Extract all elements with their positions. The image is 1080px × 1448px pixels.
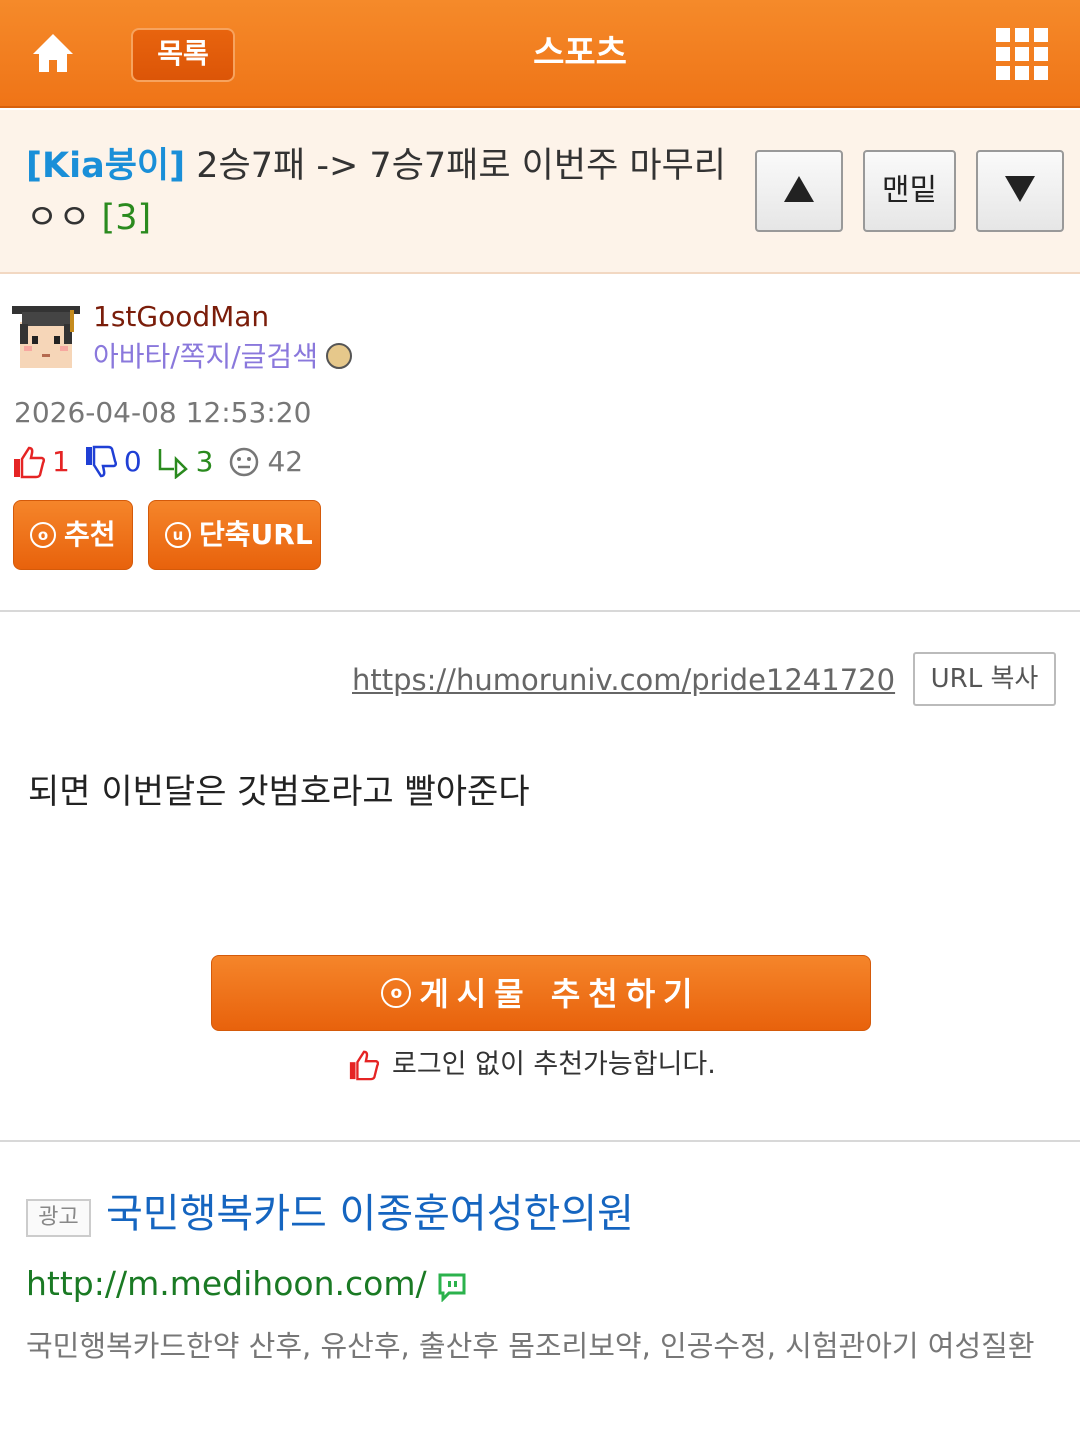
author-name[interactable]: 1stGoodMan	[93, 297, 269, 337]
ad-url[interactable]: http://m.medihoon.com/	[26, 1262, 467, 1306]
short-url-label: 단축URL	[199, 518, 313, 551]
prev-post-button[interactable]	[755, 150, 843, 232]
post-title-bar: [Kia붕이] 2승7패 -> 7승7패로 이번주 마무리 ㅇㅇ [3] 맨밑	[0, 110, 1080, 274]
recommend-circle-icon: o	[381, 978, 412, 1008]
menu-grid-icon[interactable]	[996, 28, 1048, 80]
recommend-post-label: 게시물 추천하기	[419, 975, 701, 1013]
reply-count: 3	[195, 445, 214, 478]
login-note: 로그인 없이 추천가능합니다.	[348, 1045, 716, 1085]
ad-title-link[interactable]: 국민행복카드 이종훈여성한의원	[106, 1186, 634, 1242]
views-icon	[227, 445, 261, 479]
arrow-up-icon	[784, 175, 814, 202]
post-stats: 1 0 3 42	[12, 442, 317, 482]
arrow-down-icon	[1005, 175, 1035, 202]
list-button[interactable]: 목록	[131, 28, 235, 82]
short-url-circle-icon: u	[165, 522, 191, 548]
next-post-button[interactable]	[976, 150, 1064, 232]
ad-description: 국민행복카드한약 산후, 유산후, 출산후 몸조리보약, 인공수정, 시험관아기…	[26, 1329, 1035, 1363]
login-note-text: 로그인 없이 추천가능합니다.	[392, 1049, 716, 1080]
divider	[0, 610, 1080, 612]
author-links-text[interactable]: 아바타/쪽지/글검색	[93, 340, 318, 373]
short-url-button[interactable]: u 단축URL	[148, 500, 321, 570]
chat-icon	[437, 1269, 467, 1303]
view-count: 42	[267, 445, 304, 478]
avatar[interactable]	[12, 302, 80, 372]
post-title: [Kia붕이] 2승7패 -> 7승7패로 이번주 마무리 ㅇㅇ [3]	[26, 140, 726, 244]
post-date: 2026-04-08 12:53:20	[14, 396, 312, 429]
top-bar: 목록 스포츠	[0, 0, 1080, 108]
recommend-circle-icon: o	[30, 522, 56, 548]
ad-tag: 광고	[26, 1199, 91, 1237]
author-links: 아바타/쪽지/글검색	[93, 337, 352, 377]
post-url-link[interactable]: https://humoruniv.com/pride1241720	[352, 660, 895, 700]
go-bottom-button[interactable]: 맨밑	[863, 150, 956, 232]
recommend-post-button[interactable]: o 게시물 추천하기	[211, 955, 871, 1031]
home-icon[interactable]	[30, 30, 76, 76]
dislike-count: 0	[123, 445, 142, 478]
thumbs-down-icon[interactable]	[84, 445, 118, 479]
thumbs-up-icon[interactable]	[12, 445, 46, 479]
post-category[interactable]: [Kia붕이]	[26, 146, 185, 186]
thumbs-up-icon	[348, 1049, 380, 1081]
ad-url-text[interactable]: http://m.medihoon.com/	[26, 1262, 427, 1306]
page-title: 스포츠	[533, 33, 627, 73]
divider	[0, 1140, 1080, 1142]
recommend-label: 추천	[64, 518, 116, 551]
post-content: 되면 이번달은 갓범호라고 빨아준다	[28, 772, 530, 812]
url-copy-button[interactable]: URL 복사	[913, 652, 1056, 706]
reply-icon	[156, 445, 190, 480]
badge-icon	[325, 343, 352, 369]
recommend-button[interactable]: o 추천	[13, 500, 133, 570]
comment-count[interactable]: [3]	[102, 198, 152, 238]
like-count: 1	[52, 445, 70, 478]
